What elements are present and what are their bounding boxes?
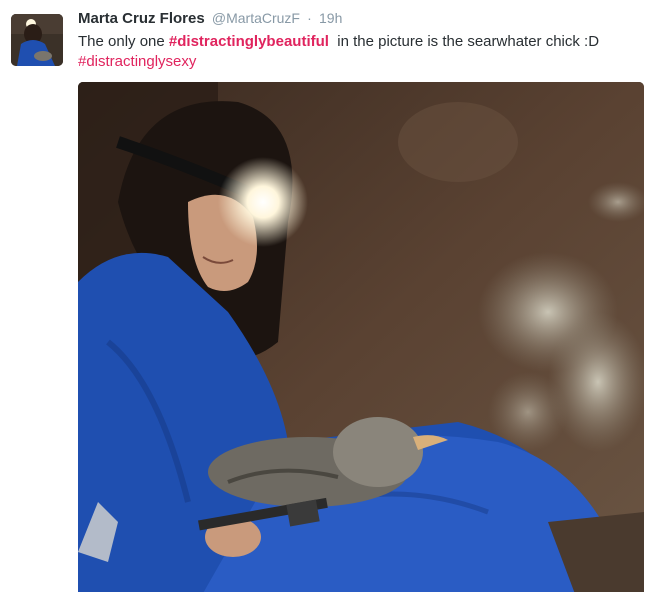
tweet-photo[interactable] bbox=[78, 82, 644, 592]
photo-illustration bbox=[78, 82, 644, 592]
avatar[interactable] bbox=[11, 14, 63, 66]
tweet-text-line2: #distractinglysexy bbox=[78, 52, 652, 72]
screen-name[interactable]: @MartaCruzF bbox=[212, 10, 300, 26]
tweet-header: Marta Cruz Flores @MartaCruzF · 19h bbox=[78, 8, 652, 28]
tweet: Marta Cruz Flores @MartaCruzF · 19h The … bbox=[0, 0, 660, 592]
timestamp[interactable]: 19h bbox=[319, 10, 342, 26]
tweet-text-part2: in the picture is the searwhater chick :… bbox=[328, 33, 600, 50]
hashtag-link-distractinglybeautiful[interactable]: #distractinglybeautiful bbox=[169, 33, 329, 50]
hashtag-link-distractinglysexy[interactable]: #distractinglysexy bbox=[78, 53, 196, 70]
separator: · bbox=[307, 10, 312, 26]
tweet-text-part1: The only one bbox=[78, 33, 169, 50]
display-name[interactable]: Marta Cruz Flores bbox=[78, 10, 205, 27]
tweet-content: Marta Cruz Flores @MartaCruzF · 19h The … bbox=[78, 8, 652, 72]
tweet-text: The only one #distractinglybeautiful in … bbox=[78, 32, 652, 52]
